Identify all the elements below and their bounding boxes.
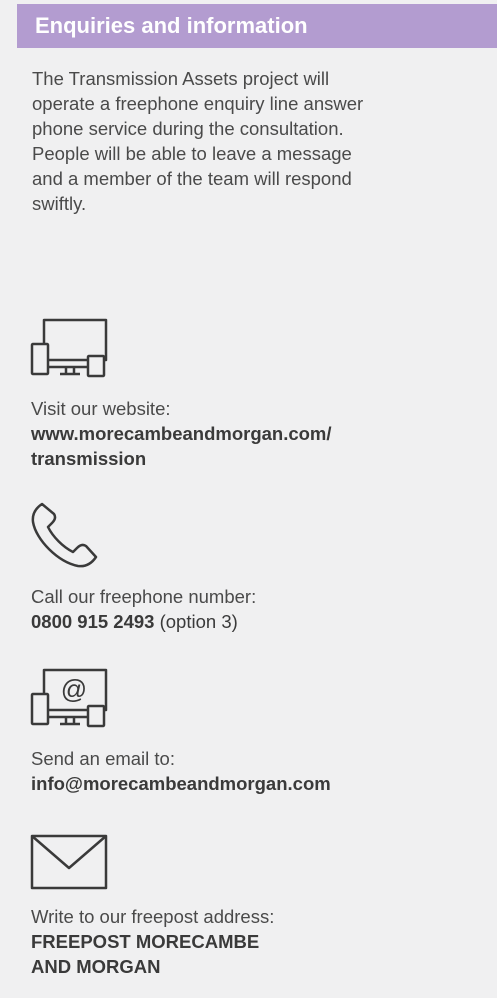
intro-line: People will be able to leave a message	[32, 143, 352, 164]
freepost-label: Write to our freepost address:	[31, 906, 275, 927]
intro-line: The Transmission Assets project will	[32, 68, 330, 89]
email-label: Send an email to:	[31, 748, 175, 769]
email-devices-icon: @	[30, 668, 110, 737]
intro-line: operate a freephone enquiry line answer	[32, 93, 364, 114]
freepost-address-line: FREEPOST MORECAMBE	[31, 931, 260, 952]
phone-number-line: 0800 915 2493 (option 3)	[31, 609, 238, 634]
intro-line: and a member of the team will respond	[32, 168, 352, 189]
freepost-address-line: AND MORGAN	[31, 956, 161, 977]
intro-line: swiftly.	[32, 193, 87, 214]
intro-paragraph: The Transmission Assets project will ope…	[32, 66, 472, 216]
phone-icon	[30, 500, 104, 575]
email-address[interactable]: info@morecambeandmorgan.com	[31, 771, 331, 796]
enquiries-panel: Enquiries and information The Transmissi…	[0, 0, 497, 998]
website-link-line[interactable]: transmission	[31, 446, 332, 471]
devices-icon	[30, 318, 110, 387]
phone-number[interactable]: 0800 915 2493	[31, 611, 154, 632]
phone-label: Call our freephone number:	[31, 586, 257, 607]
envelope-icon	[30, 830, 110, 899]
freepost-address: FREEPOST MORECAMBE AND MORGAN	[31, 929, 259, 979]
website-label: Visit our website:	[31, 398, 171, 419]
website-link-line[interactable]: www.morecambeandmorgan.com/	[31, 421, 332, 446]
phone-option-note: (option 3)	[154, 611, 238, 632]
website-link[interactable]: www.morecambeandmorgan.com/ transmission	[31, 421, 332, 471]
intro-line: phone service during the consultation.	[32, 118, 344, 139]
panel-title: Enquiries and information	[35, 13, 308, 38]
panel-header: Enquiries and information	[17, 4, 497, 48]
svg-text:@: @	[61, 674, 87, 704]
